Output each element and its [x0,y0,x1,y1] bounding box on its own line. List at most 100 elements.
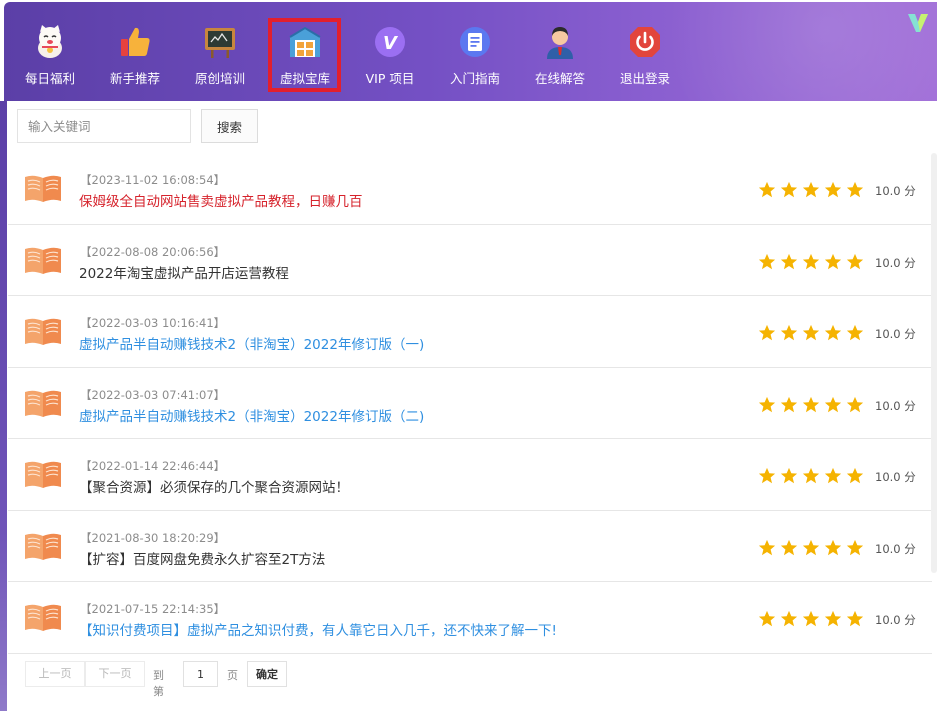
star-icon [780,253,798,269]
nav-label: 退出登录 [619,71,670,86]
nav-item-online-answers[interactable]: 在线解答 [520,2,600,101]
open-book-icon [25,175,61,202]
page-number-input[interactable] [183,661,218,687]
star-icon [846,610,864,627]
star-icon [758,610,776,627]
star-icon [780,324,798,341]
nav-label: 在线解答 [534,71,585,86]
star-icon [802,396,820,412]
star-icon [758,396,776,412]
star-icon [802,467,820,484]
article-title-link[interactable]: 2022年淘宝虚拟产品开店运营教程 [79,262,289,282]
article-row[interactable]: 【2021-08-30 18:20:29】【扩容】百度网盘免费永久扩容至2T方法… [8,510,932,582]
star-icon [802,324,820,341]
scrollbar[interactable] [931,153,937,573]
rating-stars [758,610,864,628]
star-icon [846,324,864,341]
open-book-icon [25,247,61,274]
star-icon [802,181,820,198]
rating-score: 10.0 分 [875,255,916,270]
star-icon [758,253,776,269]
open-book-icon [25,390,61,417]
article-row[interactable]: 【2022-03-03 07:41:07】 虚拟产品半自动赚钱技术2（非淘宝）20… [8,367,932,439]
star-icon [824,539,842,555]
nav-label: 每日福利 [24,71,75,86]
star-icon [846,396,864,412]
rating-score: 10.0 分 [875,613,916,627]
rating-stars [758,181,864,199]
article-title-link[interactable]: 【扩容】百度网盘免费永久扩容至2T方法 [79,548,325,568]
article-title-link[interactable]: 【知识付费项目】虚拟产品之知识付费，有人靠它日入几千，还不快来了解一下! [79,619,557,639]
article-list: 【2023-11-02 16:08:54】保姆级全自动网站售卖虚拟产品教程，日赚… [8,153,932,654]
star-icon [758,181,776,198]
article-date: 【2022-08-08 20:06:56】 [80,244,226,259]
rating-score: 10.0 分 [875,184,916,198]
top-nav-bar: 每日福利 新手推荐 原创培训 虚拟宝库 V VIP 项目 入门指南 在线解答 退… [4,2,937,101]
article-title-link[interactable]: 虚拟产品半自动赚钱技术2（非淘宝）2022年修订版（一) [79,333,424,353]
nav-label: 原创培训 [194,71,245,86]
article-row[interactable]: 【2022-01-14 22:46:44】 【聚合资源】必须保存的几个聚合资源网站… [8,439,932,511]
goto-prefix-label: 到第 [153,669,164,698]
thumbs-up-icon [121,27,150,56]
warehouse-icon [289,26,321,57]
nav-item-vip-projects[interactable]: V VIP 项目 [350,2,430,101]
goto-confirm-button[interactable]: 确定 [247,661,287,687]
brand-logo-icon [908,14,928,32]
star-icon [846,253,864,269]
open-book-icon [25,533,61,560]
nav-label: 入门指南 [449,71,500,86]
star-icon [846,539,864,555]
star-icon [824,610,842,627]
star-icon [824,181,842,198]
nav-label: 新手推荐 [109,71,160,86]
article-row[interactable]: 【2023-11-02 16:08:54】保姆级全自动网站售卖虚拟产品教程，日赚… [8,153,932,225]
rating-score: 10.0 分 [875,398,916,413]
star-icon [824,396,842,412]
search-button[interactable]: 搜索 [201,109,258,143]
rating-stars [758,324,864,342]
nav-item-original-training[interactable]: 原创培训 [180,2,260,101]
next-page-button[interactable]: 下一页 [85,661,145,687]
article-date: 【2021-08-30 18:20:29】 [80,530,226,545]
star-icon [758,539,776,555]
rating-stars [758,253,864,271]
star-icon [780,396,798,412]
article-date: 【2023-11-02 16:08:54】 [80,173,226,187]
star-icon [824,467,842,484]
rating-stars [758,396,864,414]
lucky-cat-icon [38,25,62,58]
article-title-link[interactable]: 虚拟产品半自动赚钱技术2（非淘宝）2022年修订版（二) [79,405,424,425]
star-icon [802,539,820,555]
star-icon [780,181,798,198]
rating-score: 10.0 分 [875,541,916,556]
star-icon [758,467,776,484]
open-book-icon [25,604,61,631]
nav-item-virtual-treasury[interactable]: 虚拟宝库 [265,2,345,101]
star-icon [802,253,820,269]
article-row[interactable]: 【2022-03-03 10:16:41】虚拟产品半自动赚钱技术2（非淘宝）20… [8,296,932,368]
nav-item-newbie-recommend[interactable]: 新手推荐 [95,2,175,101]
prev-page-button[interactable]: 上一页 [25,661,85,687]
article-date: 【2021-07-15 22:14:35】 [80,602,226,616]
article-title-link[interactable]: 【聚合资源】必须保存的几个聚合资源网站！ [79,476,349,496]
rating-stars [758,539,864,557]
article-row[interactable]: 【2022-08-08 20:06:56】 2022年淘宝虚拟产品开店运营教程 10… [8,224,932,296]
document-icon [460,27,490,57]
nav-label: 虚拟宝库 [279,71,330,86]
star-icon [780,467,798,484]
chalkboard-icon [205,28,235,58]
star-icon [780,610,798,627]
rating-stars [758,467,864,485]
nav-item-daily-welfare[interactable]: 每日福利 [10,2,90,101]
star-icon [824,324,842,341]
star-icon [846,467,864,484]
nav-item-getting-started[interactable]: 入门指南 [435,2,515,101]
search-input[interactable] [17,109,191,143]
star-icon [824,253,842,269]
article-date: 【2022-03-03 10:16:41】 [80,316,226,330]
nav-item-logout[interactable]: 退出登录 [605,2,685,101]
article-row[interactable]: 【2021-07-15 22:14:35】【知识付费项目】虚拟产品之知识付费，有… [8,582,932,654]
svg-text:V: V [383,33,399,54]
article-title-link[interactable]: 保姆级全自动网站售卖虚拟产品教程，日赚几百 [79,190,363,210]
open-book-icon [25,461,61,488]
